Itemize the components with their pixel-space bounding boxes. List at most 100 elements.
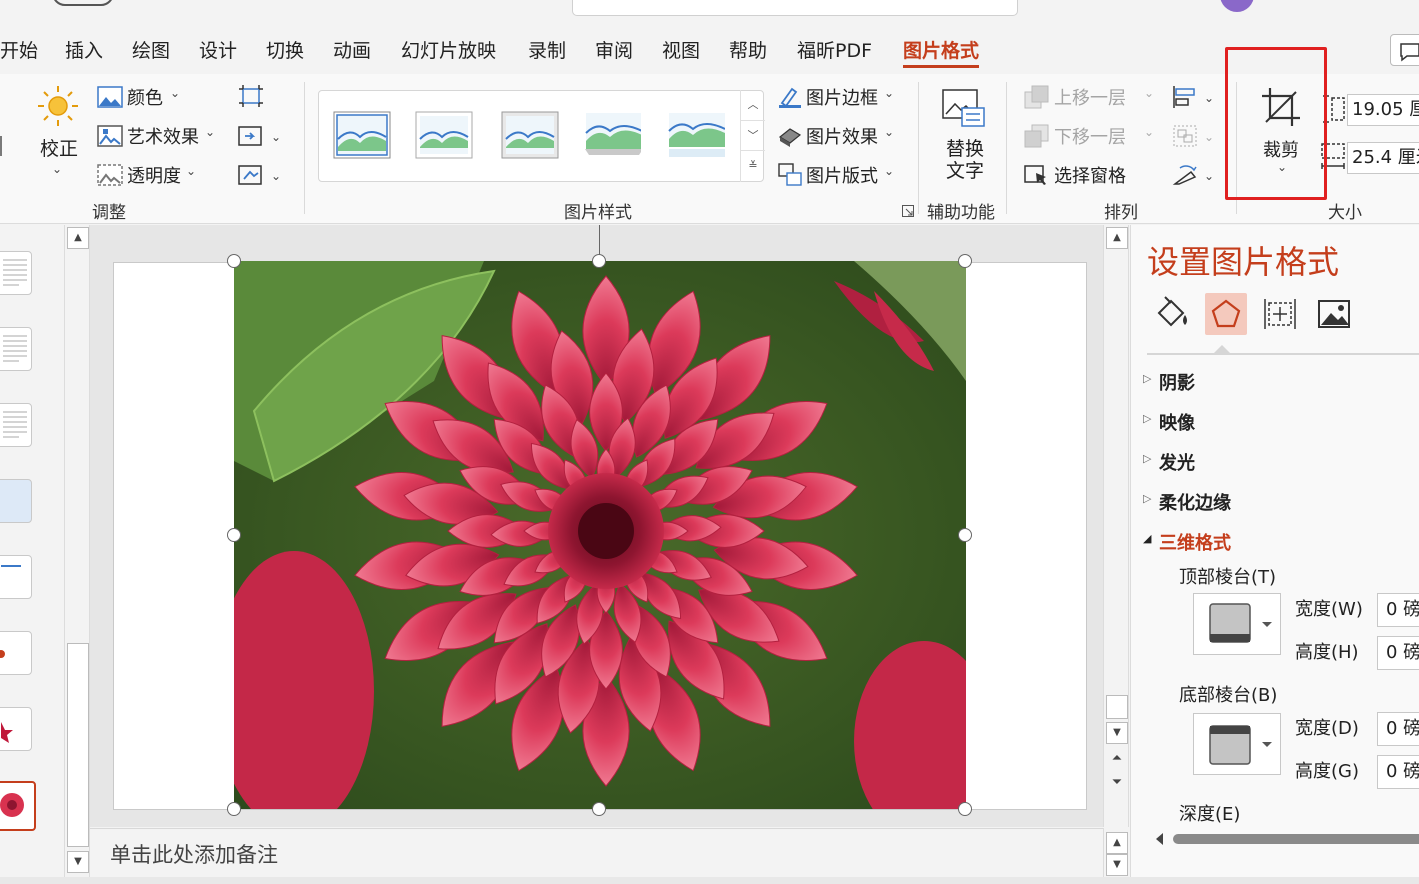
picture-border-icon — [778, 85, 802, 113]
dialog-launcher-icon[interactable] — [902, 202, 914, 221]
slide-thumbnail[interactable] — [0, 707, 32, 751]
group-label-accessibility: 辅助功能 — [927, 203, 995, 223]
bring-forward-icon — [1024, 85, 1050, 113]
tab-design[interactable]: 设计 — [199, 33, 237, 69]
correct-button[interactable] — [36, 84, 80, 132]
scroll-up-button[interactable]: ▲ — [1106, 832, 1128, 854]
resize-handle-e[interactable] — [958, 528, 972, 542]
bring-forward-button[interactable]: 上移一层 — [1054, 84, 1126, 110]
send-backward-button[interactable]: 下移一层 — [1054, 123, 1126, 149]
triangle-down-icon: ◢ — [1143, 532, 1152, 545]
section-soft-edges[interactable]: ▷ 柔化边缘 — [1143, 489, 1231, 515]
resize-handle-se[interactable] — [958, 802, 972, 816]
align-icon[interactable]: ⌄ — [1172, 84, 1220, 114]
size-properties-tab[interactable] — [1259, 293, 1301, 335]
style-thumb-3[interactable] — [501, 111, 559, 159]
artistic-effects-button[interactable]: 艺术效果 — [127, 123, 199, 149]
slide-thumbnail[interactable] — [0, 327, 32, 371]
chevron-down-icon: ⌄ — [884, 164, 895, 178]
change-picture-icon[interactable]: ⌄ — [238, 124, 282, 152]
scroll-up-button[interactable]: ▲ — [1106, 227, 1128, 249]
autosave-toggle[interactable] — [52, 0, 114, 6]
scroll-down-button[interactable]: ▼ — [67, 851, 89, 873]
resize-handle-n[interactable] — [592, 254, 606, 268]
picture-border-button[interactable]: 图片边框 — [806, 84, 878, 110]
style-thumb-1[interactable] — [333, 111, 391, 159]
section-shadow[interactable]: ▷ 阴影 — [1143, 369, 1195, 395]
tab-transitions[interactable]: 切换 — [266, 33, 304, 69]
tab-insert[interactable]: 插入 — [65, 33, 103, 69]
resize-handle-nw[interactable] — [227, 254, 241, 268]
picture-layout-button[interactable]: 图片版式 — [806, 162, 878, 188]
top-bevel-dropdown[interactable] — [1193, 593, 1281, 655]
group-objects-icon[interactable]: ⌄ — [1172, 123, 1220, 153]
tab-picture-format[interactable]: 图片格式 — [903, 33, 980, 69]
group-label-arrange: 排列 — [1104, 203, 1138, 223]
scroll-down-button[interactable]: ▼ — [1106, 854, 1128, 876]
scroll-thumb[interactable] — [67, 643, 89, 847]
style-thumb-5[interactable] — [667, 111, 725, 159]
effects-tab[interactable] — [1205, 293, 1247, 335]
section-reflection[interactable]: ▷ 映像 — [1143, 409, 1195, 435]
section-glow[interactable]: ▷ 发光 — [1143, 449, 1195, 475]
pane-horizontal-scrollbar[interactable] — [1155, 831, 1419, 845]
title-search-box[interactable] — [572, 0, 1018, 16]
picture-tab[interactable] — [1313, 293, 1355, 335]
picture-effects-button[interactable]: 图片效果 — [806, 123, 878, 149]
thumbnail-scrollbar[interactable]: ▲ ▼ — [64, 225, 90, 877]
color-button[interactable]: 颜色 — [127, 84, 163, 110]
gallery-down-button[interactable]: ﹀ — [741, 120, 765, 150]
shape-width-input[interactable]: 25.4 厘米 — [1347, 142, 1419, 174]
slide-thumbnail[interactable] — [0, 403, 32, 447]
notes-scrollbar[interactable]: ▲ ▼ — [1103, 828, 1129, 877]
resize-handle-s[interactable] — [592, 802, 606, 816]
slide-thumbnail[interactable] — [0, 479, 32, 523]
tab-foxit-pdf[interactable]: 福昕PDF — [797, 33, 872, 69]
tab-draw[interactable]: 绘图 — [132, 33, 170, 69]
scroll-up-button[interactable]: ▲ — [67, 227, 89, 249]
tab-slideshow[interactable]: 幻灯片放映 — [401, 33, 496, 69]
compress-pictures-icon[interactable] — [238, 84, 264, 112]
slide-thumbnail[interactable] — [0, 555, 32, 599]
alt-text-button[interactable] — [942, 88, 986, 132]
bottom-bevel-dropdown[interactable] — [1193, 713, 1281, 775]
slide-thumbnail[interactable] — [0, 251, 32, 295]
style-thumb-2[interactable] — [415, 111, 473, 159]
resize-handle-w[interactable] — [227, 528, 241, 542]
tab-view[interactable]: 视图 — [662, 33, 700, 69]
resize-handle-ne[interactable] — [958, 254, 972, 268]
comments-button[interactable] — [1390, 34, 1419, 66]
rotate-icon[interactable]: ⌄ — [1172, 162, 1220, 192]
next-slide-icon[interactable]: ⏷ — [1106, 773, 1128, 795]
top-bevel-width-input[interactable]: 0 磅 — [1377, 593, 1419, 627]
selection-pane-button[interactable]: 选择窗格 — [1054, 162, 1126, 188]
section-3d-format[interactable]: ◢ 三维格式 — [1143, 529, 1231, 555]
gallery-more-button[interactable]: ≚ — [741, 150, 765, 180]
tab-record[interactable]: 录制 — [528, 33, 566, 69]
selected-picture[interactable] — [234, 261, 966, 809]
tab-animations[interactable]: 动画 — [333, 33, 371, 69]
reset-picture-icon[interactable]: ⌄ — [238, 163, 282, 191]
pane-title: 设置图片格式 — [1147, 243, 1340, 281]
resize-handle-sw[interactable] — [227, 802, 241, 816]
slide-thumbnail-active[interactable] — [0, 781, 36, 831]
scroll-thumb[interactable] — [1106, 695, 1128, 719]
tab-help[interactable]: 帮助 — [729, 33, 767, 69]
tab-home[interactable]: 开始 — [0, 33, 38, 69]
slide-thumbnail[interactable] — [0, 631, 32, 675]
notes-pane[interactable]: 单击此处添加备注 — [90, 828, 1103, 877]
shape-height-input[interactable]: 19.05 厘米 — [1347, 94, 1419, 126]
bottom-bevel-height-input[interactable]: 0 磅 — [1377, 755, 1419, 789]
editor-scrollbar[interactable]: ▲ ▼ ⏶ ⏷ — [1103, 225, 1129, 827]
previous-slide-icon[interactable]: ⏶ — [1106, 749, 1128, 771]
remove-background-icon[interactable] — [0, 136, 2, 156]
tab-review[interactable]: 审阅 — [595, 33, 633, 69]
pentagon-icon — [1211, 299, 1241, 328]
gallery-up-button[interactable]: ︿ — [741, 90, 765, 120]
fill-line-tab[interactable] — [1151, 293, 1193, 335]
bottom-bevel-width-input[interactable]: 0 磅 — [1377, 712, 1419, 746]
top-bevel-height-input[interactable]: 0 磅 — [1377, 636, 1419, 670]
transparency-button[interactable]: 透明度 — [127, 162, 181, 188]
scroll-down-button[interactable]: ▼ — [1106, 722, 1128, 744]
style-thumb-4[interactable] — [583, 111, 641, 159]
